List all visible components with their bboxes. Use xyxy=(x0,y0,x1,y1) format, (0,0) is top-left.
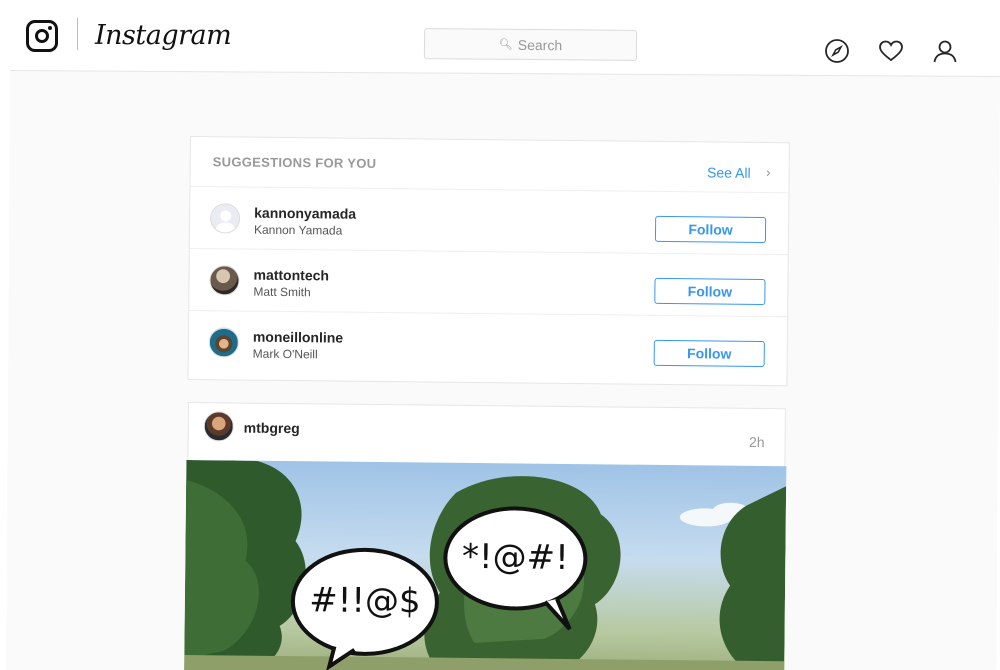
post-header: mtbgreg 2h xyxy=(188,403,785,467)
logo-divider xyxy=(77,18,78,50)
avatar[interactable] xyxy=(208,327,239,358)
post-photo: #!!@$ *!@#! xyxy=(184,459,787,670)
suggestion-fullname: Kannon Yamada xyxy=(253,222,343,238)
avatar[interactable] xyxy=(209,265,240,296)
instagram-camera-icon[interactable] xyxy=(26,20,58,52)
suggestions-card: SUGGESTIONS FOR YOU See All › kannonyama… xyxy=(187,136,790,387)
search-icon: 🔍︎ xyxy=(498,38,513,51)
follow-button[interactable]: Follow xyxy=(654,215,767,244)
suggestions-title: SUGGESTIONS FOR YOU xyxy=(212,154,377,171)
see-all-link[interactable]: See All xyxy=(707,164,751,180)
post-username[interactable]: mtbgreg xyxy=(244,420,300,437)
avatar[interactable] xyxy=(203,411,234,442)
top-navigation-bar: Instagram 🔍︎ Search xyxy=(0,0,1000,72)
heart-icon[interactable] xyxy=(878,38,904,64)
chevron-right-icon[interactable]: › xyxy=(766,164,771,180)
suggestion-row: moneillonline Mark O'Neill Follow xyxy=(189,311,788,379)
avatar-placeholder-icon[interactable] xyxy=(209,203,241,234)
suggestion-username[interactable]: mattontech xyxy=(253,267,329,284)
suggestion-username[interactable]: moneillonline xyxy=(253,329,343,346)
bubble-text: *!@#! xyxy=(462,537,569,578)
camera-lens xyxy=(35,29,49,43)
post-card: mtbgreg 2h #!!@$ *!@#! xyxy=(184,402,787,670)
post-timestamp[interactable]: 2h xyxy=(749,434,765,450)
suggestion-row: kannonyamada Kannon Yamada Follow xyxy=(189,187,789,256)
bubble-text: #!!@$ xyxy=(309,580,421,621)
follow-button[interactable]: Follow xyxy=(653,339,765,368)
suggestions-header: SUGGESTIONS FOR YOU See All › xyxy=(190,137,789,194)
suggestion-fullname: Matt Smith xyxy=(253,284,311,300)
post-image[interactable]: #!!@$ *!@#! xyxy=(184,459,787,670)
profile-icon[interactable] xyxy=(932,38,958,64)
suggestion-username[interactable]: kannonyamada xyxy=(254,205,356,222)
follow-button[interactable]: Follow xyxy=(654,277,766,306)
compass-icon[interactable] xyxy=(824,38,850,64)
search-placeholder: Search xyxy=(517,36,563,53)
search-input[interactable]: 🔍︎ Search xyxy=(423,28,638,61)
suggestion-fullname: Mark O'Neill xyxy=(252,346,318,362)
instagram-wordmark[interactable]: Instagram xyxy=(95,20,232,51)
camera-flash-dot xyxy=(48,26,52,30)
suggestion-row: mattontech Matt Smith Follow xyxy=(189,249,788,318)
